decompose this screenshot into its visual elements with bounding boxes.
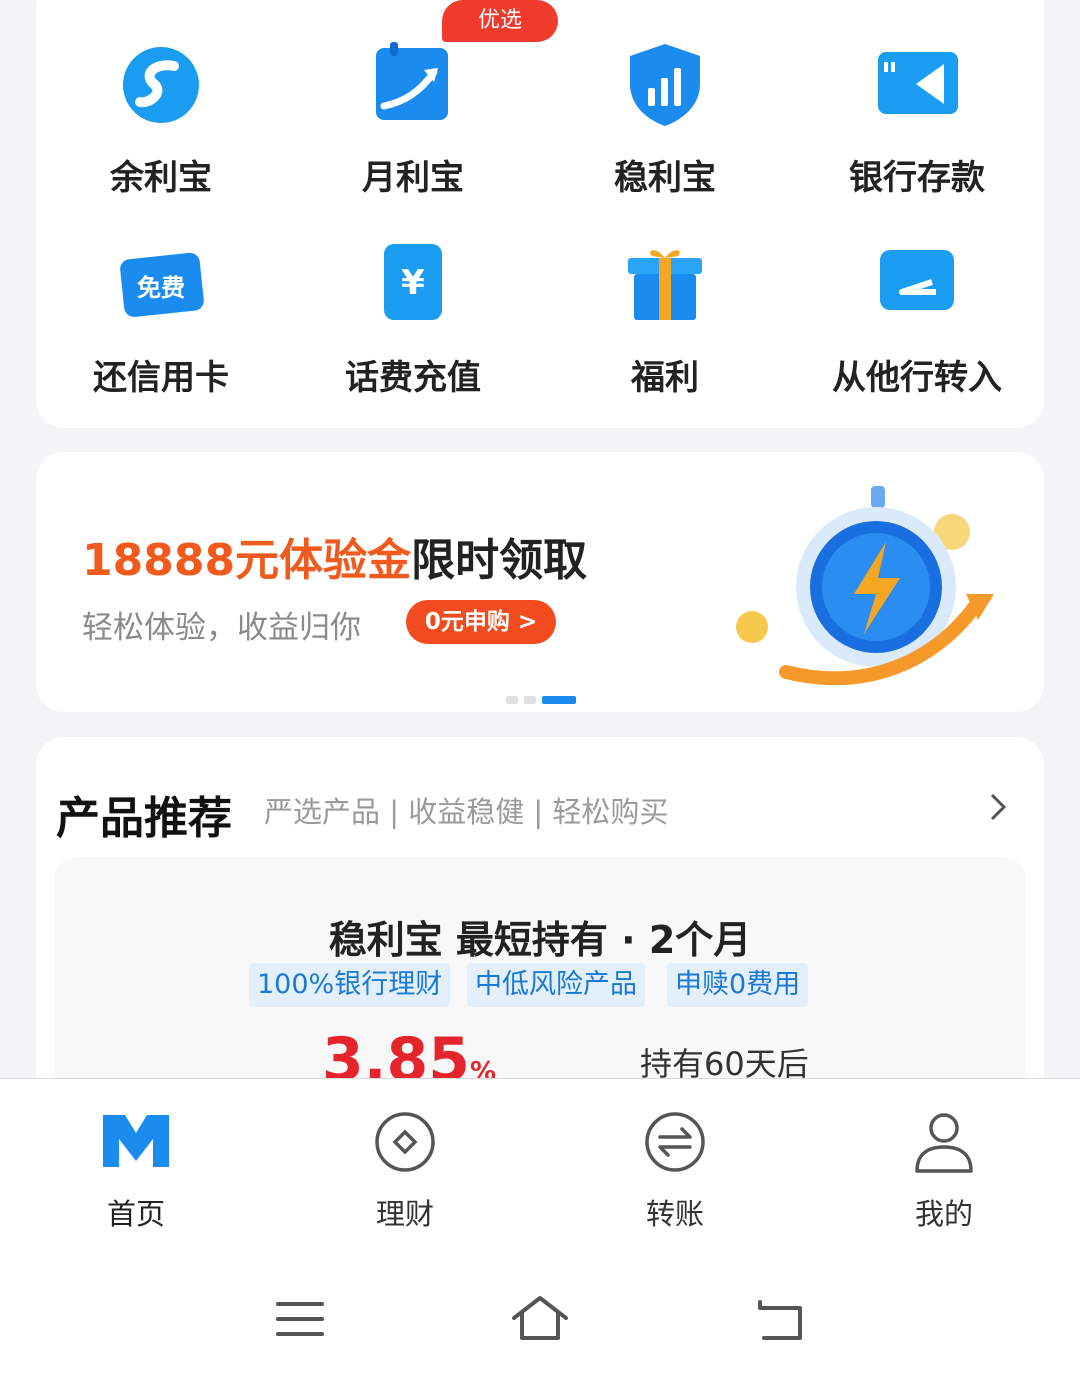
tab-label: 理财	[375, 1197, 434, 1231]
yulibao-icon	[123, 47, 199, 123]
bank-deposit-icon	[878, 52, 958, 114]
profile-icon	[915, 1113, 973, 1173]
phone-topup-icon: ¥	[384, 244, 442, 320]
banner-title-highlight: 18888元体验金	[82, 535, 412, 586]
product-tag: 申赎0费用	[667, 963, 809, 1007]
home-logo-icon	[103, 1115, 169, 1167]
tab-profile[interactable]: 我的	[874, 1109, 1014, 1231]
gift-icon	[628, 250, 702, 320]
grid-item-label: 月利宝	[362, 158, 464, 198]
tab-label: 我的	[914, 1197, 973, 1231]
tab-transfer[interactable]: 转账	[605, 1109, 745, 1231]
tab-label: 转账	[645, 1197, 704, 1231]
preferred-badge: 优选	[442, 0, 558, 42]
grid-item-transfer-in[interactable]: 从他行转入	[792, 240, 1042, 420]
tab-wealth[interactable]: 理财	[335, 1109, 475, 1231]
pagination-dot	[506, 696, 518, 704]
banner-title: 18888元体验金限时领取	[82, 524, 587, 588]
credit-card-icon: 免费	[120, 252, 204, 317]
stopwatch-illustration-icon	[736, 486, 994, 686]
grid-item-label: 还信用卡	[93, 358, 229, 398]
system-navigation-bar	[0, 1258, 1080, 1380]
tab-label: 首页	[106, 1197, 165, 1231]
zero-yuan-subscribe-button[interactable]: 0元申购 >	[406, 600, 556, 644]
grid-item-label: 话费充值	[345, 358, 481, 398]
product-name: 稳利宝 最短持有 · 2个月	[328, 918, 752, 962]
grid-item-welfare[interactable]: 福利	[540, 240, 790, 420]
transfer-in-icon	[880, 250, 954, 310]
product-tag: 100%银行理财	[249, 963, 451, 1007]
grid-item-label: 余利宝	[110, 158, 212, 198]
back-icon[interactable]	[750, 1294, 810, 1344]
chevron-right-icon[interactable]	[986, 791, 1010, 823]
menu-icon[interactable]	[270, 1294, 330, 1344]
section-subtitle: 严选产品 | 收益稳健 | 轻松购买	[264, 795, 669, 829]
grid-item-label: 稳利宝	[614, 158, 716, 198]
grid-item-label: 福利	[631, 358, 699, 398]
pagination-dot	[524, 696, 536, 704]
grid-item-yulibao[interactable]: 余利宝	[36, 40, 286, 220]
bottom-tab-bar: 首页 理财 转账 我的	[0, 1078, 1080, 1258]
tab-home[interactable]: 首页	[66, 1109, 206, 1231]
credit-card-icon-text: 免费	[137, 274, 185, 302]
promo-banner[interactable]: 18888元体验金限时领取 轻松体验，收益归你 0元申购 >	[36, 452, 1044, 712]
wealth-icon	[375, 1112, 435, 1172]
banner-title-rest: 限时领取	[411, 535, 588, 586]
grid-item-label: 从他行转入	[832, 358, 1002, 398]
transfer-icon	[645, 1112, 705, 1172]
banner-subtitle: 轻松体验，收益归你	[82, 610, 361, 646]
grid-item-label: 银行存款	[849, 158, 985, 198]
grid-item-wenlibao[interactable]: 稳利宝	[540, 40, 790, 220]
pagination-dot-active	[542, 696, 576, 704]
quick-access-card: 余利宝 月利宝 稳利宝 银行存款 优选 免费 还信用卡 ¥ 话费充值 福利 从他…	[36, 0, 1044, 428]
grid-item-credit-card[interactable]: 免费 还信用卡	[36, 240, 286, 420]
grid-item-bank-deposit[interactable]: 银行存款	[792, 40, 1042, 220]
yuelibao-icon	[376, 42, 448, 120]
home-icon[interactable]	[510, 1294, 570, 1344]
wenlibao-shield-icon	[630, 44, 700, 126]
section-title: 产品推荐	[56, 793, 232, 844]
product-tag: 中低风险产品	[467, 963, 645, 1007]
grid-item-yuelibao[interactable]: 月利宝	[288, 40, 538, 220]
phone-topup-icon-text: ¥	[401, 263, 425, 303]
grid-item-phone-topup[interactable]: ¥ 话费充值	[288, 240, 538, 420]
